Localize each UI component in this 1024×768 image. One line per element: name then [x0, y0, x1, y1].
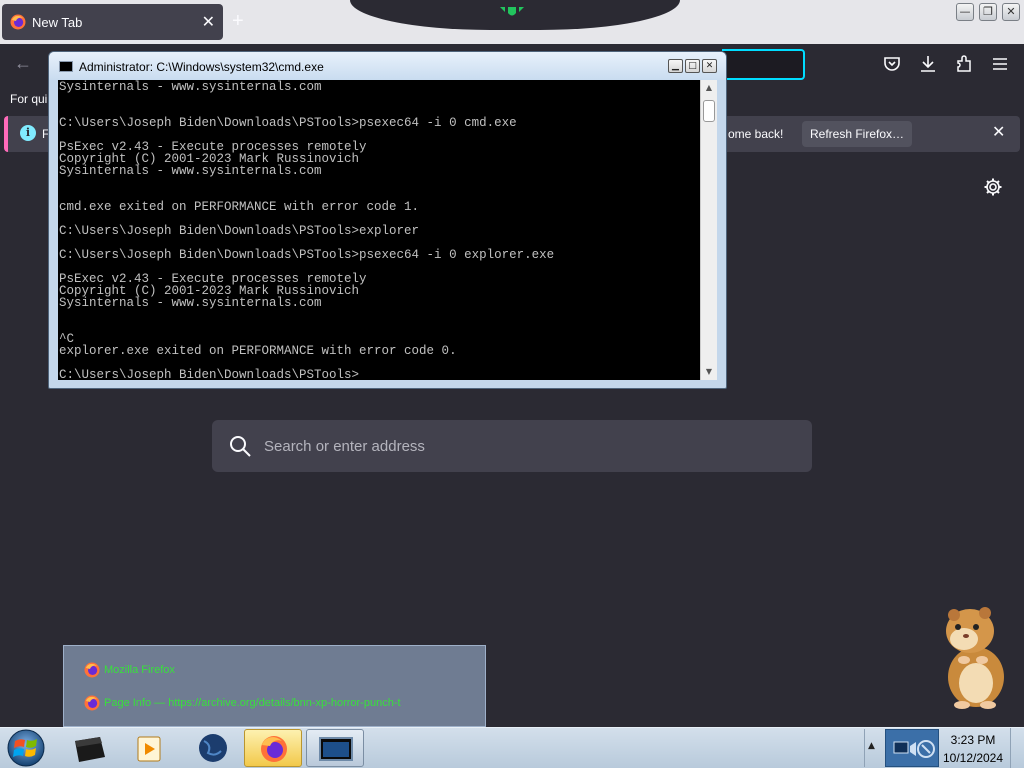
tab-title: New Tab: [32, 14, 83, 30]
tray-expand-icon[interactable]: ▲: [868, 741, 875, 751]
network-status-icon: [893, 740, 935, 758]
taskbar-cmd[interactable]: [306, 729, 364, 767]
search-input[interactable]: Search or enter address: [264, 438, 425, 455]
console-line: explorer.exe exited on PERFORMANCE with …: [59, 344, 457, 358]
window-minimize-button[interactable]: —: [956, 3, 974, 21]
clock-date[interactable]: 10/12/2024: [940, 751, 1006, 765]
console-line: Sysinternals - www.sysinternals.com: [59, 80, 322, 94]
console-line: cmd.exe exited on PERFORMANCE with error…: [59, 200, 420, 214]
preview-item-label: Mozilla Firefox: [104, 664, 175, 676]
info-icon: i: [20, 125, 36, 141]
terminal-box-icon: [75, 737, 105, 762]
back-button[interactable]: ←: [14, 53, 32, 74]
cmd-maximize-button[interactable]: □: [685, 59, 700, 73]
download-icon[interactable]: [918, 54, 938, 74]
scroll-up-icon[interactable]: ▲: [701, 80, 717, 96]
firefox-icon: [84, 662, 100, 678]
console-line: C:\Users\Joseph Biden\Downloads\PSTools>…: [59, 116, 517, 130]
console-line: C:\Users\Joseph Biden\Downloads\PSTools>…: [59, 224, 420, 238]
cmd-close-button[interactable]: ✕: [702, 59, 717, 73]
tray-divider: [864, 729, 865, 767]
gear-icon[interactable]: [983, 177, 1003, 197]
cmd-scrollbar[interactable]: ▲ ▼: [700, 80, 717, 380]
shield-indicator-icon: [500, 7, 524, 16]
hamster-mascot-icon: [946, 607, 1004, 709]
globe-icon: [199, 734, 227, 762]
cmd-minimize-button[interactable]: ▁: [668, 59, 683, 73]
firefox-icon: [84, 695, 100, 711]
bookmarks-hint: For qui: [10, 92, 48, 106]
preview-item-label: Page Info — https://archive.org/details/…: [104, 697, 401, 709]
taskbar-terminal-box[interactable]: [60, 729, 118, 767]
taskbar-firefox[interactable]: [244, 729, 302, 767]
tray-icons[interactable]: [885, 729, 939, 767]
url-bar[interactable]: [722, 49, 805, 80]
show-desktop-button[interactable]: [1010, 728, 1024, 768]
taskbar-media-player[interactable]: [122, 729, 180, 767]
console-line: Sysinternals - www.sysinternals.com: [59, 164, 322, 178]
menu-icon[interactable]: [990, 54, 1010, 74]
console-line: C:\Users\Joseph Biden\Downloads\PSTools>: [59, 368, 360, 380]
scroll-thumb[interactable]: [703, 100, 715, 122]
window-close-button[interactable]: ✕: [1002, 3, 1020, 21]
console-output: Sysinternals - www.sysinternals.com C:\U…: [59, 81, 554, 380]
firefox-icon: [10, 14, 26, 30]
window-restore-button[interactable]: ❐: [979, 3, 997, 21]
cmd-window-title: Administrator: C:\Windows\system32\cmd.e…: [79, 60, 324, 74]
cmd-window: Administrator: C:\Windows\system32\cmd.e…: [48, 51, 727, 389]
pocket-icon[interactable]: [882, 54, 902, 74]
taskbar-preview-popup: Mozilla Firefox Page Info — https://arch…: [63, 645, 486, 727]
taskbar-globe[interactable]: [184, 729, 242, 767]
preview-item-firefox[interactable]: Mozilla Firefox: [84, 662, 175, 678]
preview-item-page-info[interactable]: Page Info — https://archive.org/details/…: [84, 695, 401, 711]
windows-start-icon[interactable]: [3, 728, 49, 768]
scroll-down-icon[interactable]: ▼: [701, 364, 717, 380]
extensions-icon[interactable]: [954, 54, 974, 74]
new-tab-button[interactable]: +: [232, 10, 244, 33]
cmd-titlebar[interactable]: Administrator: C:\Windows\system32\cmd.e…: [49, 52, 726, 80]
refresh-firefox-button[interactable]: Refresh Firefox…: [802, 121, 912, 147]
notification-close-icon[interactable]: ✕: [992, 122, 1005, 142]
tab-close-icon[interactable]: ✕: [202, 12, 215, 32]
cmd-console[interactable]: Sysinternals - www.sysinternals.com C:\U…: [58, 80, 700, 380]
cmd-icon: [319, 737, 353, 761]
console-line: Sysinternals - www.sysinternals.com: [59, 296, 322, 310]
console-line: C:\Users\Joseph Biden\Downloads\PSTools>…: [59, 248, 555, 262]
clock-time[interactable]: 3:23 PM: [940, 733, 1006, 747]
search-icon: [230, 436, 251, 457]
tab-new-tab[interactable]: New Tab ✕: [2, 4, 223, 40]
cmd-icon: [59, 61, 73, 72]
firefox-icon: [261, 736, 287, 762]
media-player-icon: [137, 736, 161, 762]
notification-message: ome back!: [728, 127, 784, 141]
